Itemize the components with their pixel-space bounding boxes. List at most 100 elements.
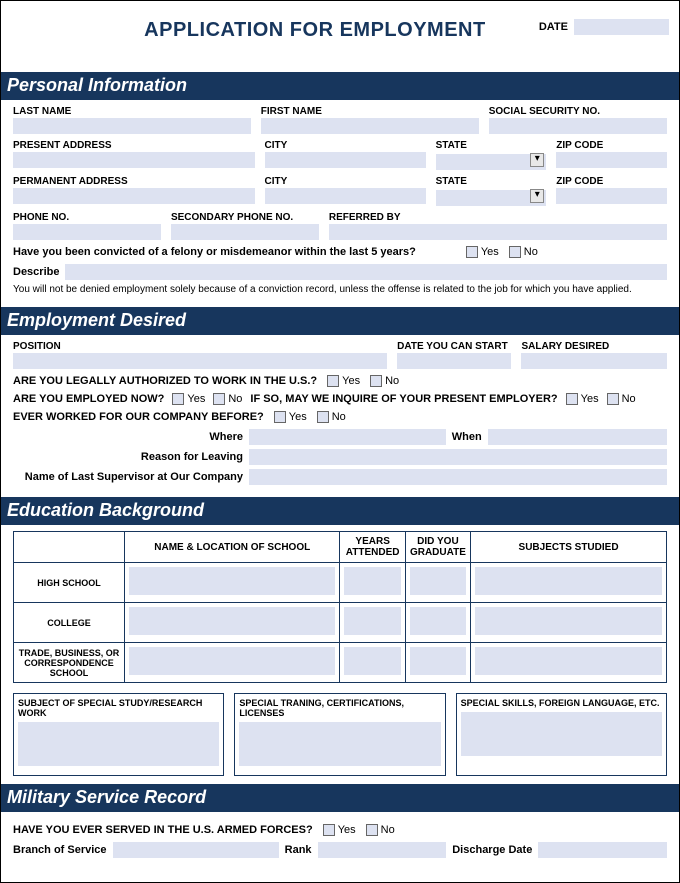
authorized-no-checkbox[interactable]: No bbox=[370, 375, 399, 387]
worked-before-yes-checkbox[interactable]: Yes bbox=[274, 411, 307, 423]
col-graduate: DID YOU GRADUATE bbox=[405, 532, 470, 563]
trade-years-input[interactable] bbox=[344, 647, 400, 675]
referred-by-input[interactable] bbox=[329, 224, 667, 240]
felony-yes-checkbox[interactable]: Yes bbox=[466, 246, 499, 258]
permanent-city-label: CITY bbox=[265, 176, 426, 187]
college-name-input[interactable] bbox=[129, 607, 335, 635]
secondary-phone-label: SECONDARY PHONE NO. bbox=[171, 212, 319, 223]
felony-no-checkbox[interactable]: No bbox=[509, 246, 538, 258]
hs-years-input[interactable] bbox=[344, 567, 400, 595]
special-training-label: SPECIAL TRANING, CERTIFICATIONS, LICENSE… bbox=[239, 698, 440, 718]
date-label: DATE bbox=[539, 21, 568, 33]
position-label: POSITION bbox=[13, 341, 387, 352]
discharge-label: Discharge Date bbox=[452, 844, 532, 856]
row-trade-school: TRADE, BUSINESS, OR CORRESPONDENCE SCHOO… bbox=[14, 643, 125, 683]
special-skills-label: SPECIAL SKILLS, FOREIGN LANGUAGE, ETC. bbox=[461, 698, 662, 708]
table-row: HIGH SCHOOL bbox=[14, 563, 667, 603]
college-graduate-input[interactable] bbox=[410, 607, 466, 635]
phone-label: PHONE NO. bbox=[13, 212, 161, 223]
served-question: HAVE YOU EVER SERVED IN THE U.S. ARMED F… bbox=[13, 824, 313, 836]
hs-graduate-input[interactable] bbox=[410, 567, 466, 595]
discharge-input[interactable] bbox=[538, 842, 667, 858]
section-military-header: Military Service Record bbox=[1, 784, 679, 812]
describe-input[interactable] bbox=[65, 264, 667, 280]
served-no-checkbox[interactable]: No bbox=[366, 824, 395, 836]
trade-subjects-input[interactable] bbox=[475, 647, 662, 675]
present-state-label: STATE bbox=[436, 140, 547, 151]
special-study-label: SUBJECT OF SPECIAL STUDY/RESEARCH WORK bbox=[18, 698, 219, 718]
section-personal-header: Personal Information bbox=[1, 72, 679, 100]
describe-label: Describe bbox=[13, 266, 59, 278]
last-supervisor-label: Name of Last Supervisor at Our Company bbox=[13, 471, 243, 483]
present-state-select[interactable] bbox=[436, 154, 547, 170]
when-label: When bbox=[452, 431, 482, 443]
section-personal-body: LAST NAME FIRST NAME SOCIAL SECURITY NO.… bbox=[11, 100, 669, 307]
date-field-group: DATE bbox=[539, 19, 669, 35]
present-address-input[interactable] bbox=[13, 152, 255, 168]
permanent-address-input[interactable] bbox=[13, 188, 255, 204]
date-input[interactable] bbox=[574, 19, 669, 35]
authorized-yes-checkbox[interactable]: Yes bbox=[327, 375, 360, 387]
trade-name-input[interactable] bbox=[129, 647, 335, 675]
when-input[interactable] bbox=[488, 429, 667, 445]
ssn-input[interactable] bbox=[489, 118, 667, 134]
first-name-label: FIRST NAME bbox=[261, 106, 479, 117]
college-years-input[interactable] bbox=[344, 607, 400, 635]
present-city-label: CITY bbox=[265, 140, 426, 151]
hs-name-input[interactable] bbox=[129, 567, 335, 595]
salary-label: SALARY DESIRED bbox=[521, 341, 667, 352]
reason-leaving-input[interactable] bbox=[249, 449, 667, 465]
table-row: TRADE, BUSINESS, OR CORRESPONDENCE SCHOO… bbox=[14, 643, 667, 683]
present-zip-input[interactable] bbox=[556, 152, 667, 168]
secondary-phone-input[interactable] bbox=[171, 224, 319, 240]
col-years: YEARS ATTENDED bbox=[340, 532, 405, 563]
branch-input[interactable] bbox=[113, 842, 279, 858]
college-subjects-input[interactable] bbox=[475, 607, 662, 635]
last-supervisor-input[interactable] bbox=[249, 469, 667, 485]
served-yes-checkbox[interactable]: Yes bbox=[323, 824, 356, 836]
trade-graduate-input[interactable] bbox=[410, 647, 466, 675]
branch-label: Branch of Service bbox=[13, 844, 107, 856]
permanent-city-input[interactable] bbox=[265, 188, 426, 204]
page-title: APPLICATION FOR EMPLOYMENT bbox=[11, 19, 539, 42]
permanent-zip-label: ZIP CODE bbox=[556, 176, 667, 187]
salary-input[interactable] bbox=[521, 353, 667, 369]
worked-before-question: EVER WORKED FOR OUR COMPANY BEFORE? bbox=[13, 411, 264, 423]
employed-yes-checkbox[interactable]: Yes bbox=[172, 393, 205, 405]
date-start-input[interactable] bbox=[397, 353, 511, 369]
permanent-zip-input[interactable] bbox=[556, 188, 667, 204]
ssn-label: SOCIAL SECURITY NO. bbox=[489, 106, 667, 117]
first-name-input[interactable] bbox=[261, 118, 479, 134]
row-college: COLLEGE bbox=[14, 603, 125, 643]
where-label: Where bbox=[13, 431, 243, 443]
section-education-header: Education Background bbox=[1, 497, 679, 525]
application-form: APPLICATION FOR EMPLOYMENT DATE Personal… bbox=[0, 0, 680, 883]
rank-input[interactable] bbox=[318, 842, 447, 858]
reason-leaving-label: Reason for Leaving bbox=[13, 451, 243, 463]
inquire-no-checkbox[interactable]: No bbox=[607, 393, 636, 405]
where-input[interactable] bbox=[249, 429, 446, 445]
employed-no-checkbox[interactable]: No bbox=[213, 393, 242, 405]
worked-before-no-checkbox[interactable]: No bbox=[317, 411, 346, 423]
date-start-label: DATE YOU CAN START bbox=[397, 341, 511, 352]
special-study-input[interactable] bbox=[18, 722, 219, 766]
present-address-label: PRESENT ADDRESS bbox=[13, 140, 255, 151]
special-training-box: SPECIAL TRANING, CERTIFICATIONS, LICENSE… bbox=[234, 693, 445, 776]
special-skills-input[interactable] bbox=[461, 712, 662, 756]
last-name-input[interactable] bbox=[13, 118, 251, 134]
hs-subjects-input[interactable] bbox=[475, 567, 662, 595]
section-employment-body: POSITION DATE YOU CAN START SALARY DESIR… bbox=[11, 335, 669, 497]
special-training-input[interactable] bbox=[239, 722, 440, 766]
permanent-state-select[interactable] bbox=[436, 190, 547, 206]
education-table: NAME & LOCATION OF SCHOOL YEARS ATTENDED… bbox=[13, 531, 667, 683]
inquire-yes-checkbox[interactable]: Yes bbox=[566, 393, 599, 405]
section-military-body: HAVE YOU EVER SERVED IN THE U.S. ARMED F… bbox=[11, 812, 669, 870]
rank-label: Rank bbox=[285, 844, 312, 856]
phone-input[interactable] bbox=[13, 224, 161, 240]
position-input[interactable] bbox=[13, 353, 387, 369]
conviction-disclaimer: You will not be denied employment solely… bbox=[13, 284, 667, 295]
present-city-input[interactable] bbox=[265, 152, 426, 168]
authorized-question: ARE YOU LEGALLY AUTHORIZED TO WORK IN TH… bbox=[13, 375, 317, 387]
section-employment-header: Employment Desired bbox=[1, 307, 679, 335]
special-skills-box: SPECIAL SKILLS, FOREIGN LANGUAGE, ETC. bbox=[456, 693, 667, 776]
